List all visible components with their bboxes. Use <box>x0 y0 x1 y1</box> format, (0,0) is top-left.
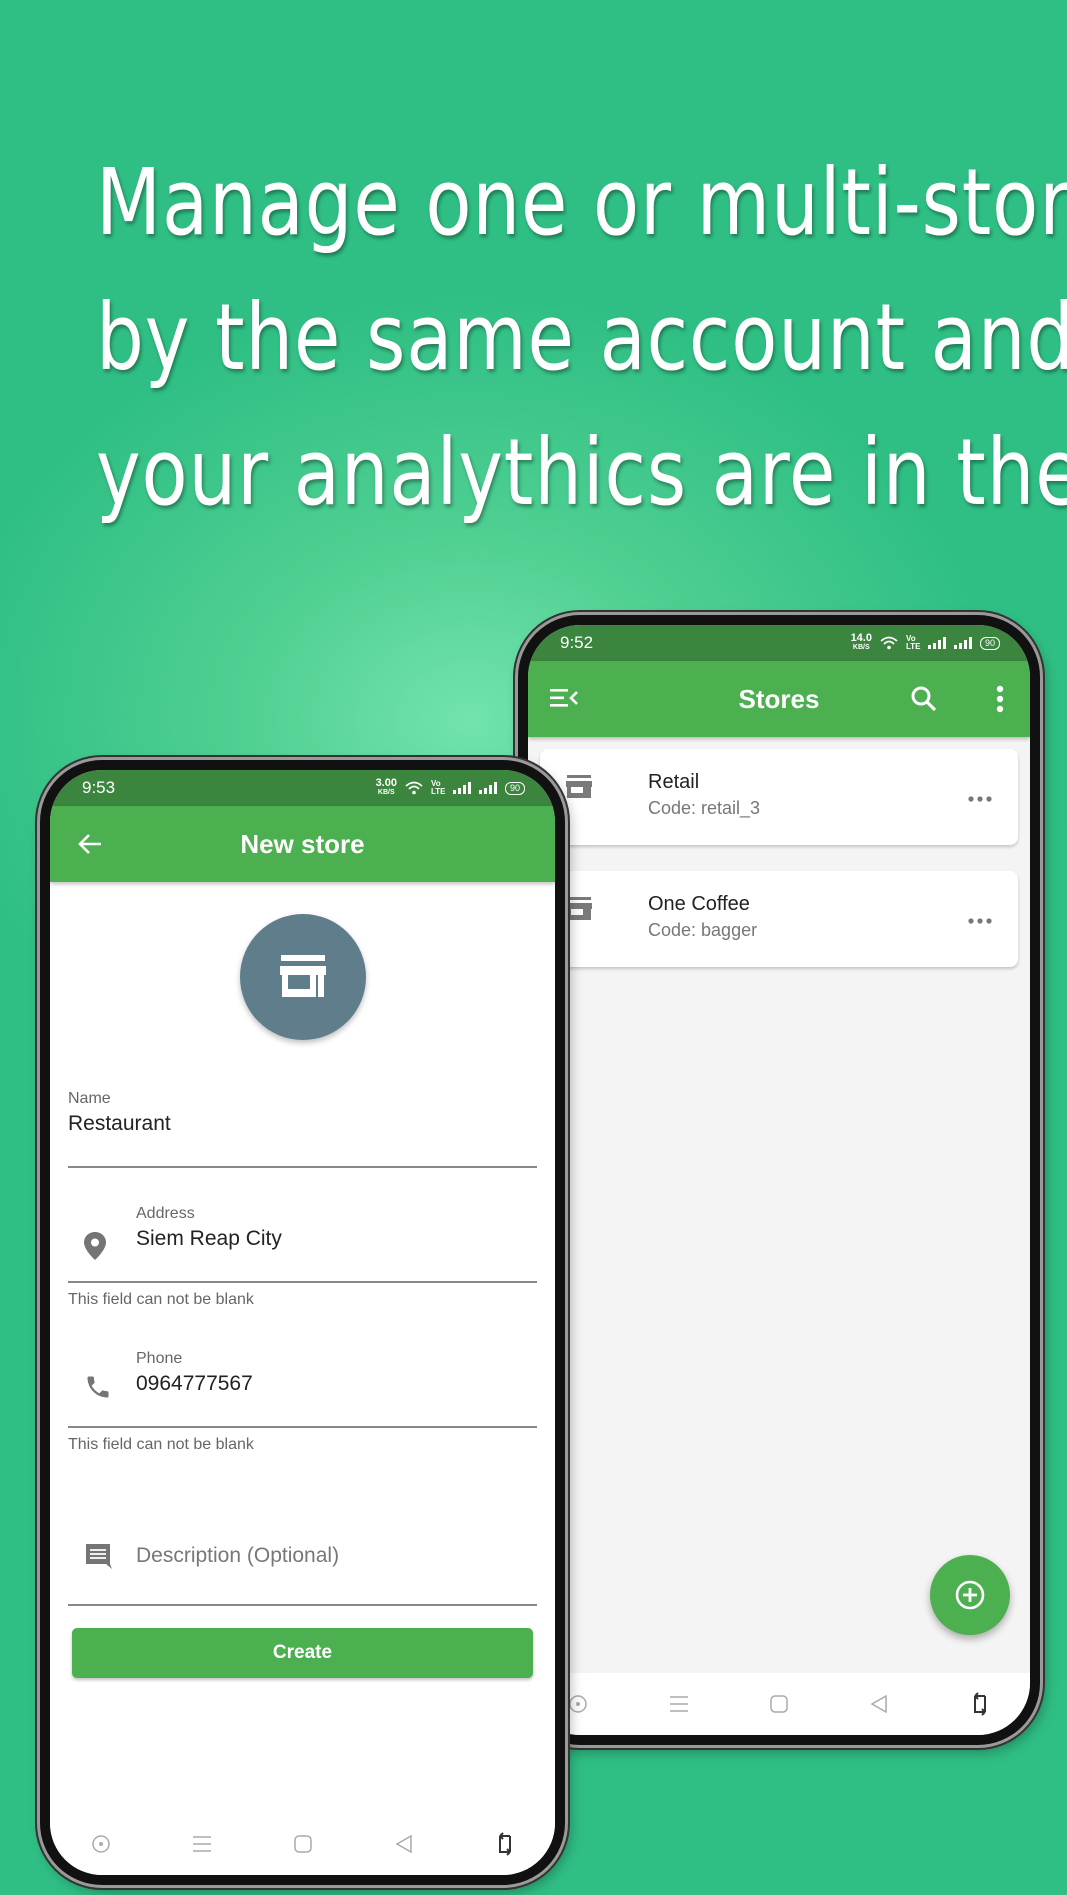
store-list-item[interactable]: Retail Code: retail_3 <box>540 749 1018 845</box>
phone-input[interactable]: 0964777567 <box>136 1372 253 1396</box>
description-input[interactable]: Description (Optional) <box>136 1544 339 1568</box>
store-list: Retail Code: retail_3 One Coffee Code: b… <box>528 737 1030 967</box>
headline-line-3: your analythics are in the cloud <box>96 419 1067 526</box>
headline-line-1: Manage one or multi-stores <box>96 149 1067 256</box>
phone-label: Phone <box>136 1350 183 1367</box>
volte-icon: Vo LTE <box>430 779 446 796</box>
more-horiz-icon[interactable] <box>968 789 992 807</box>
phone-underline <box>68 1426 537 1428</box>
name-label: Name <box>68 1090 111 1107</box>
network-speed: 3.00 KB/S <box>375 777 397 797</box>
battery-indicator: 90 <box>504 781 525 795</box>
location-pin-icon <box>84 1232 106 1265</box>
wifi-icon <box>880 636 898 650</box>
screenshot-icon[interactable] <box>86 1829 116 1859</box>
address-underline <box>68 1281 537 1283</box>
description-underline <box>68 1604 537 1606</box>
headline-line-2: by the same account and <box>96 284 1067 391</box>
system-nav-bar <box>50 1813 555 1875</box>
description-field[interactable]: Description (Optional) <box>68 1530 537 1610</box>
app-bar: Stores <box>528 661 1030 737</box>
stores-screen: 9:52 14.0 KB/S Vo LTE 90 Stores Retail C… <box>528 625 1030 1735</box>
more-vert-icon[interactable] <box>996 685 1004 718</box>
system-nav-bar <box>528 1673 1030 1735</box>
back-icon[interactable] <box>389 1829 419 1859</box>
phone-new-store: 9:53 3.00 KB/S Vo LTE 90 New store Name … <box>40 760 565 1885</box>
menu-icon[interactable] <box>664 1689 694 1719</box>
store-name: Retail <box>648 771 700 793</box>
more-horiz-icon[interactable] <box>968 911 992 929</box>
menu-icon[interactable] <box>187 1829 217 1859</box>
back-icon[interactable] <box>864 1689 894 1719</box>
store-icon <box>566 775 592 804</box>
battery-indicator: 90 <box>979 636 1000 650</box>
comment-icon <box>84 1542 112 1575</box>
page-title: New store <box>240 828 365 859</box>
store-code: Code: retail_3 <box>648 798 761 818</box>
status-bar: 9:53 3.00 KB/S Vo LTE 90 <box>50 770 555 806</box>
network-speed: 14.0 KB/S <box>850 632 872 652</box>
volte-icon: Vo LTE <box>905 634 921 651</box>
app-bar: New store <box>50 806 555 882</box>
search-icon[interactable] <box>910 685 938 718</box>
phone-icon <box>84 1373 112 1406</box>
signal-icon-2 <box>953 637 972 649</box>
phone-field[interactable]: Phone 0964777567 This field can not be b… <box>68 1350 537 1460</box>
signal-icon <box>927 637 946 649</box>
new-store-screen: 9:53 3.00 KB/S Vo LTE 90 New store Name … <box>50 770 555 1875</box>
signal-icon-2 <box>478 782 497 794</box>
address-error: This field can not be blank <box>68 1291 254 1308</box>
name-field[interactable]: Name Restaurant <box>68 1090 537 1186</box>
status-bar: 9:52 14.0 KB/S Vo LTE 90 <box>528 625 1030 661</box>
address-input[interactable]: Siem Reap City <box>136 1227 282 1251</box>
store-icon <box>279 955 326 997</box>
screenshot-icon[interactable] <box>563 1689 593 1719</box>
home-icon[interactable] <box>764 1689 794 1719</box>
store-icon <box>566 897 592 926</box>
store-list-item[interactable]: One Coffee Code: bagger <box>540 871 1018 967</box>
create-button[interactable]: Create <box>72 1628 533 1678</box>
status-time: 9:52 <box>560 633 594 652</box>
address-field[interactable]: Address Siem Reap City This field can no… <box>68 1205 537 1315</box>
headline: Manage one or multi-stores by the same a… <box>96 135 1067 540</box>
home-icon[interactable] <box>288 1829 318 1859</box>
store-avatar[interactable] <box>239 914 366 1040</box>
signal-icon <box>452 782 471 794</box>
rotate-icon[interactable] <box>965 1689 995 1719</box>
phone-side-button <box>35 965 39 1075</box>
store-code: Code: bagger <box>648 920 758 940</box>
wifi-icon <box>405 781 423 795</box>
add-circle-icon <box>955 1580 985 1610</box>
name-input[interactable]: Restaurant <box>68 1112 537 1136</box>
add-store-button[interactable] <box>930 1555 1010 1635</box>
page-title: Stores <box>738 683 820 714</box>
address-label: Address <box>136 1205 195 1222</box>
name-underline <box>68 1166 537 1168</box>
phone-error: This field can not be blank <box>68 1436 254 1453</box>
store-name: One Coffee <box>648 893 750 915</box>
rotate-icon[interactable] <box>490 1829 520 1859</box>
phone-stores: 9:52 14.0 KB/S Vo LTE 90 Stores Retail C… <box>518 615 1040 1745</box>
phone-side-button-2 <box>35 1090 39 1200</box>
status-time: 9:53 <box>82 778 116 797</box>
